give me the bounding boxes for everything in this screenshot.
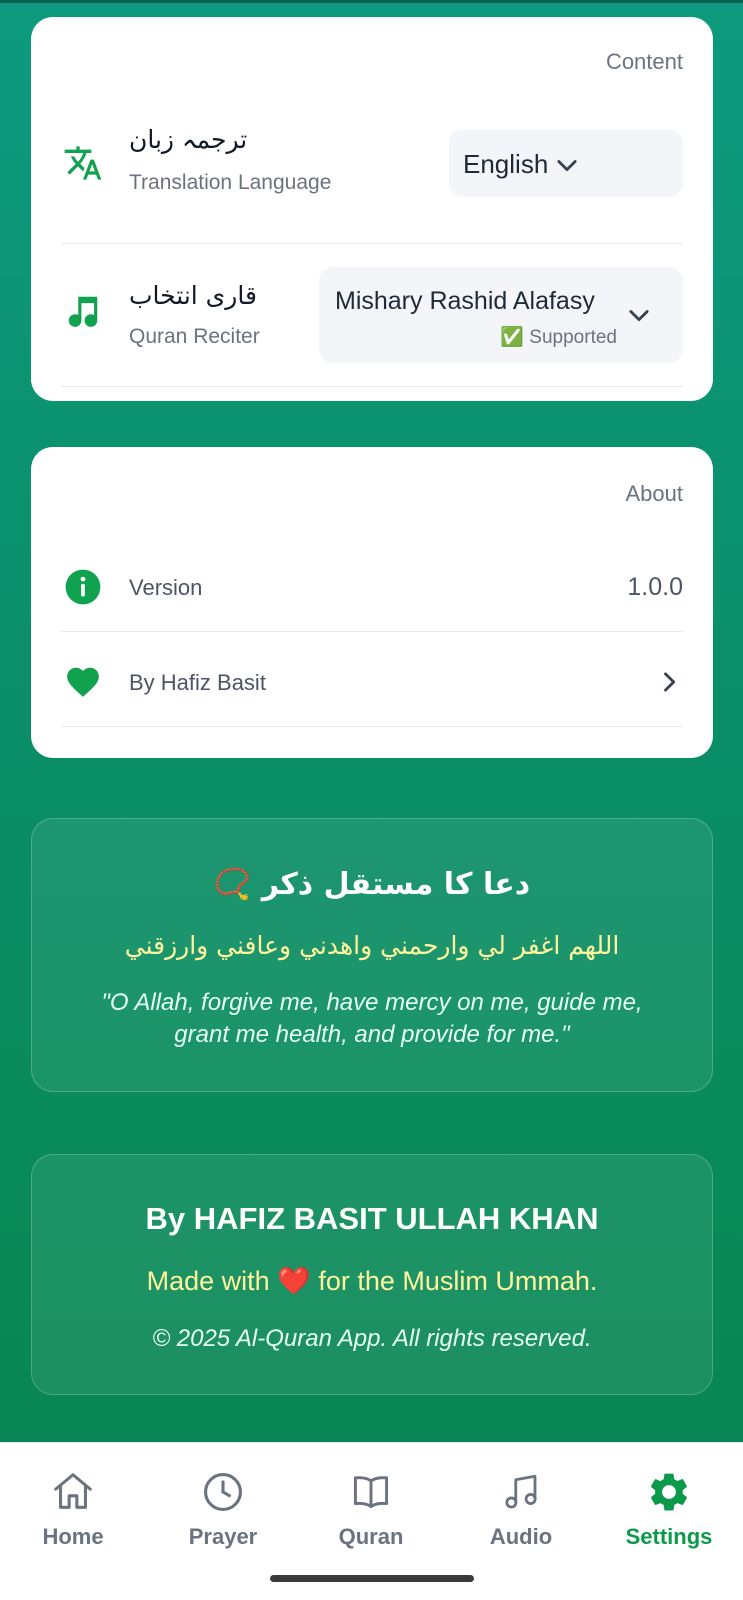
clock-icon [163, 1468, 283, 1516]
version-label: Version [129, 575, 203, 600]
red-heart-icon: ❤️ [277, 1266, 311, 1296]
quran-reciter-urdu: قاری انتخاب [129, 281, 257, 310]
translation-language-select[interactable]: English [449, 129, 683, 197]
dua-arabic: اللهم اغفر لي وارحمني واهدني وعافني وارز… [124, 931, 620, 960]
nav-settings[interactable]: Settings [609, 1468, 729, 1550]
quran-reciter-select[interactable]: Mishary Rashid Alafasy ✅ Supported [319, 267, 683, 363]
reciter-supported-badge: ✅ Supported [500, 327, 617, 348]
quran-reciter-label: Quran Reciter [129, 325, 260, 348]
nav-prayer[interactable]: Prayer [163, 1468, 283, 1550]
copyright-text: © 2025 Al-Quran App. All rights reserved… [152, 1325, 592, 1352]
chevron-down-icon [553, 151, 581, 184]
nav-home[interactable]: Home [13, 1468, 133, 1550]
section-title-content: Content [605, 49, 683, 74]
nav-settings-label: Settings [625, 1524, 713, 1549]
heart-icon [61, 660, 105, 704]
dua-title: 📿 دعا کا مستقل ذکر [213, 867, 531, 902]
content-settings-card: Content ترجمہ زبان Translation Language … [31, 17, 713, 401]
music-note-icon [61, 289, 105, 333]
made-with-suffix: for the Muslim Ummah. [318, 1266, 598, 1296]
nav-audio-label: Audio [489, 1524, 553, 1549]
dua-translation-line-1: "O Allah, forgive me, have mercy on me, … [101, 989, 643, 1016]
translation-language-value: English [463, 149, 549, 179]
dua-card: 📿 دعا کا مستقل ذکر اللهم اغفر لي وارحمني… [31, 818, 713, 1092]
version-value: 1.0.0 [627, 573, 683, 601]
nav-quran-label: Quran [338, 1524, 404, 1549]
divider [61, 726, 683, 727]
made-with-prefix: Made with [146, 1266, 270, 1296]
credit-card: By HAFIZ BASIT ULLAH KHAN Made with ❤️ f… [31, 1154, 713, 1395]
made-with-line: Made with ❤️ for the Muslim Ummah. [32, 1265, 712, 1297]
quran-reciter-row[interactable]: قاری انتخاب Quran Reciter Mishary Rashid… [61, 265, 683, 365]
divider [61, 386, 683, 387]
chevron-right-icon [655, 666, 683, 703]
author-row[interactable]: By Hafiz Basit [61, 652, 683, 712]
translation-language-label: Translation Language [129, 171, 332, 194]
about-card: About Version 1.0.0 By Hafiz Basit [31, 447, 713, 758]
gesture-home-bar[interactable] [270, 1575, 474, 1582]
section-title-about: About [625, 481, 684, 506]
translation-language-row[interactable]: ترجمہ زبان Translation Language English [61, 125, 683, 221]
gear-icon [609, 1468, 729, 1516]
home-icon [13, 1468, 133, 1516]
divider [61, 631, 683, 632]
music-icon [461, 1468, 581, 1516]
version-row: Version 1.0.0 [61, 559, 683, 619]
dua-translation: "O Allah, forgive me, have mercy on me, … [72, 987, 672, 1051]
nav-quran[interactable]: Quran [311, 1468, 431, 1550]
nav-prayer-label: Prayer [188, 1524, 258, 1549]
credit-name: By HAFIZ BASIT ULLAH KHAN [145, 1201, 599, 1236]
translate-icon [61, 141, 105, 185]
author-label: By Hafiz Basit [129, 670, 266, 695]
translation-language-urdu: ترجمہ زبان [129, 125, 248, 154]
dua-translation-line-2: grant me health, and provide for me." [174, 1021, 570, 1048]
info-icon [61, 565, 105, 609]
book-icon [311, 1468, 431, 1516]
nav-home-label: Home [42, 1524, 104, 1549]
divider [61, 243, 683, 244]
nav-audio[interactable]: Audio [461, 1468, 581, 1550]
quran-reciter-value: Mishary Rashid Alafasy [335, 287, 595, 315]
status-bar-edge [0, 0, 743, 3]
chevron-down-icon [625, 301, 653, 334]
